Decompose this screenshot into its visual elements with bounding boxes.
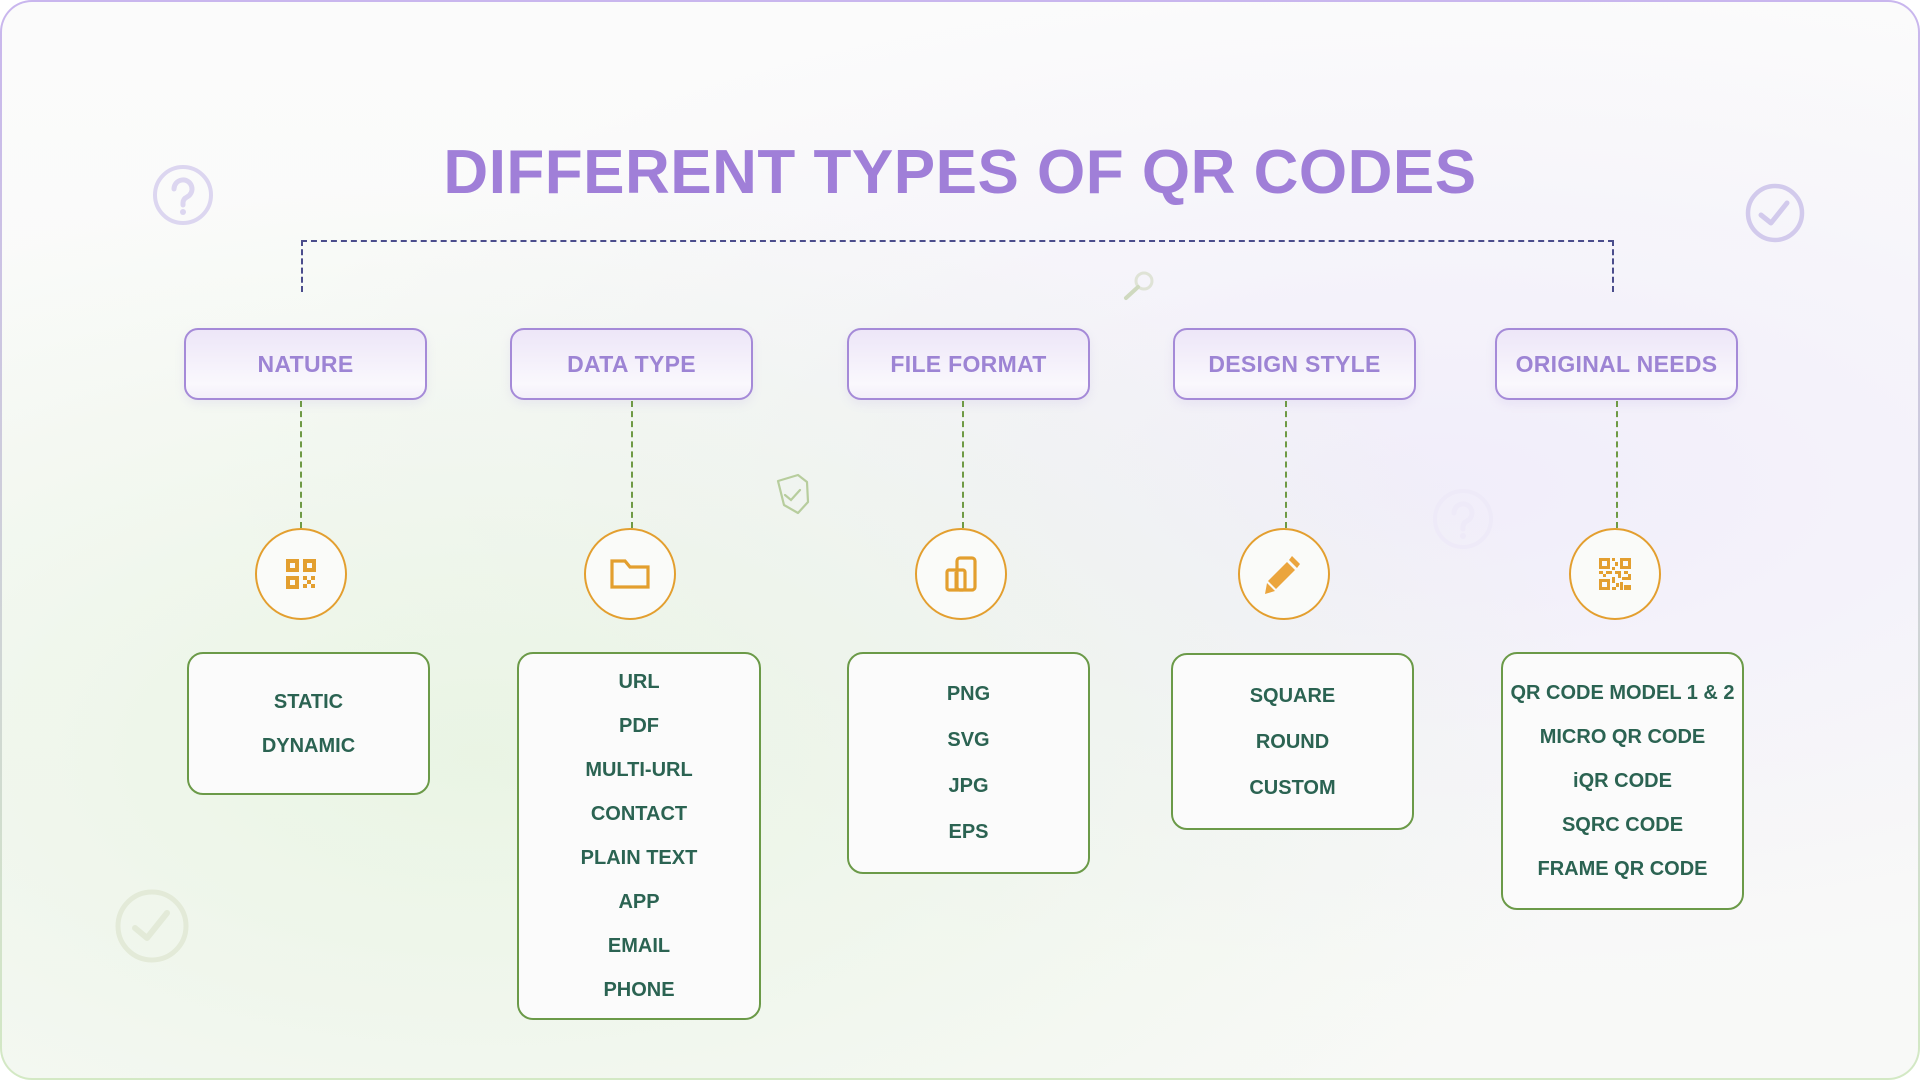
list-item: SQRC CODE: [1561, 814, 1684, 836]
category-header-nature: NATURE: [184, 328, 427, 400]
connector-line: [631, 401, 633, 528]
category-header-label: NATURE: [257, 350, 354, 377]
list-item: SVG: [947, 729, 990, 751]
category-icon-circle: [584, 528, 676, 620]
list-item: SQUARE: [1249, 684, 1336, 707]
list-item: DYNAMIC: [261, 734, 356, 757]
category-header-design-style: DESIGN STYLE: [1173, 328, 1416, 400]
list-item: PHONE: [603, 979, 675, 1001]
list-item: STATIC: [273, 690, 344, 713]
category-icon-circle: [1569, 528, 1661, 620]
qr-grid-icon: [286, 559, 316, 589]
category-header-label: FILE FORMAT: [890, 350, 1047, 377]
bracket-right-drop: [1612, 240, 1614, 292]
list-item: URL: [618, 671, 660, 693]
file-chart-icon: [945, 556, 977, 592]
list-item: MICRO QR CODE: [1539, 726, 1706, 748]
list-item: PNG: [946, 683, 991, 705]
list-item: MULTI-URL: [585, 759, 693, 781]
qr-code-icon: [1599, 558, 1631, 590]
list-item: PLAIN TEXT: [580, 847, 698, 869]
list-item: QR CODE MODEL 1 & 2: [1510, 682, 1735, 704]
diagram-frame: DIFFERENT TYPES OF QR CODES NATURE STATI…: [0, 0, 1920, 1080]
list-item: EMAIL: [607, 935, 671, 957]
category-items-data-type: URL PDF MULTI-URL CONTACT PLAIN TEXT APP…: [517, 652, 761, 1020]
bracket-left-drop: [301, 240, 303, 292]
connector-line: [300, 401, 302, 528]
bracket-top-line: [301, 240, 1614, 242]
check-circle-icon: [1745, 183, 1805, 243]
category-items-original-needs: QR CODE MODEL 1 & 2 MICRO QR CODE iQR CO…: [1501, 652, 1744, 910]
category-header-label: DATA TYPE: [567, 350, 696, 377]
list-item: JPG: [948, 775, 989, 797]
magnifier-icon: [1124, 271, 1154, 300]
check-circle-icon: [115, 889, 189, 963]
connector-line: [1285, 401, 1287, 528]
pencil-icon: [1265, 556, 1300, 594]
category-items-nature: STATIC DYNAMIC: [187, 652, 430, 795]
list-item: CONTACT: [590, 803, 688, 825]
page-title: DIFFERENT TYPES OF QR CODES: [443, 138, 1477, 207]
category-icon-circle: [915, 528, 1007, 620]
category-icon-circle: [1238, 528, 1330, 620]
list-item: APP: [618, 891, 660, 913]
category-header-label: ORIGINAL NEEDS: [1515, 350, 1718, 377]
category-header-data-type: DATA TYPE: [510, 328, 753, 400]
list-item: FRAME QR CODE: [1537, 858, 1708, 880]
folder-icon: [610, 559, 650, 589]
question-circle-icon: [1433, 489, 1493, 549]
connector-line: [962, 401, 964, 528]
list-item: iQR CODE: [1573, 770, 1672, 792]
category-items-file-format: PNG SVG JPG EPS: [847, 652, 1090, 874]
category-header-label: DESIGN STYLE: [1208, 350, 1381, 377]
list-item: CUSTOM: [1249, 776, 1336, 799]
category-header-original-needs: ORIGINAL NEEDS: [1495, 328, 1738, 400]
list-item: EPS: [948, 821, 989, 843]
category-icon-circle: [255, 528, 347, 620]
question-circle-icon: [153, 165, 213, 225]
shield-check-icon: [776, 473, 810, 515]
diagram-canvas: DIFFERENT TYPES OF QR CODES NATURE STATI…: [2, 2, 1918, 1078]
connector-line: [1616, 401, 1618, 528]
category-items-design-style: SQUARE ROUND CUSTOM: [1171, 653, 1414, 830]
list-item: PDF: [619, 715, 659, 737]
list-item: ROUND: [1255, 730, 1330, 753]
category-header-file-format: FILE FORMAT: [847, 328, 1090, 400]
